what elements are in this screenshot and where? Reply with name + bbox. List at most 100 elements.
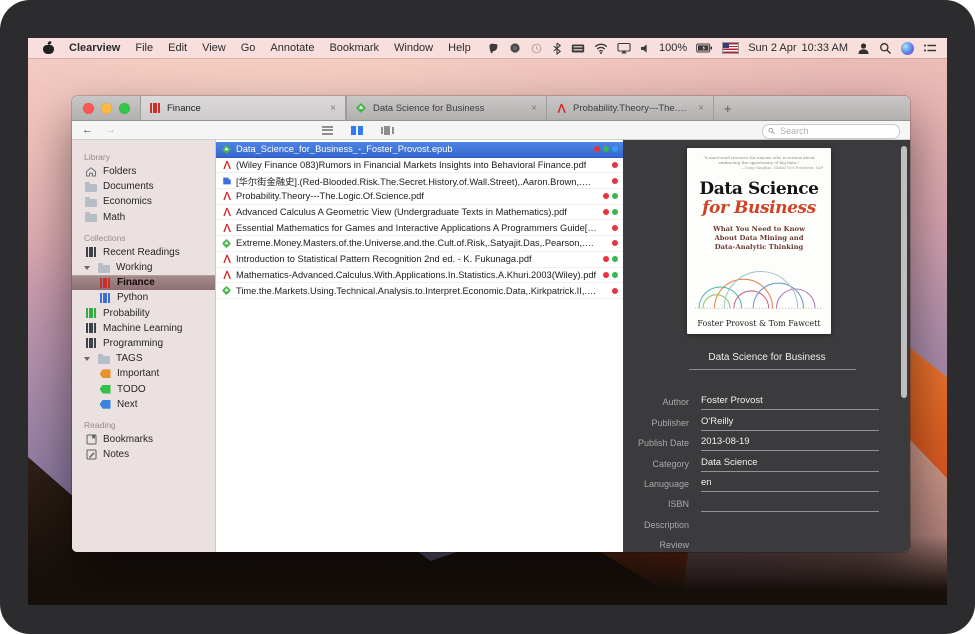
file-row[interactable]: Advanced Calculus A Geometric View (Unde… [216,205,623,221]
disclosure-triangle-icon[interactable] [84,357,90,361]
field-value[interactable]: O'Reilly [701,416,879,431]
file-row[interactable]: Introduction to Statistical Pattern Reco… [216,252,623,268]
field-value[interactable] [701,519,879,533]
notification-center-icon[interactable] [923,43,937,54]
sidebar-item-math[interactable]: Math [72,210,215,225]
battery-icon[interactable] [696,43,713,53]
back-button[interactable]: ← [82,124,93,136]
forward-button[interactable]: → [105,124,116,136]
evernote-icon[interactable] [487,42,500,55]
circle-icon[interactable] [509,42,521,54]
sidebar-item-notes[interactable]: Notes [72,447,215,462]
minimize-window-button[interactable] [101,103,112,114]
keyboard-icon[interactable] [571,43,585,54]
cover-quote-attribution: —Craig Vaughan, Global Vice President, S… [695,166,823,170]
sidebar-item-finance[interactable]: Finance [72,275,215,290]
sidebar-item-important[interactable]: Important [72,366,215,381]
airplay-icon[interactable] [617,42,631,54]
sidebar-item-probability[interactable]: Probability [72,306,215,321]
tag-green-icon [98,385,112,394]
file-row[interactable]: [华尔街金融史].(Red-Blooded.Risk.The.Secret.Hi… [216,173,623,189]
cover-subtitle: What You Need to Know About Data Mining … [707,225,812,253]
bluetooth-icon[interactable] [552,42,562,55]
menu-window[interactable]: Window [394,42,433,54]
tab-bar: Finance × Data Science for Business × Pr… [72,96,910,121]
field-value[interactable]: 2013-08-19 [701,436,879,451]
field-value[interactable]: en [701,477,879,492]
user-icon[interactable] [857,42,870,55]
field-value[interactable]: Data Science [701,457,879,472]
sidebar-item-bookmarks[interactable]: Bookmarks [72,432,215,447]
epub-icon [221,238,232,249]
sidebar-item-python[interactable]: Python [72,290,215,305]
field-label: ISBN [623,499,689,512]
split-view-icon[interactable] [349,125,365,136]
sidebar-item-economics[interactable]: Economics [72,194,215,209]
field-value[interactable] [701,539,879,552]
file-row[interactable]: (Wiley Finance 083)Rumors in Financial M… [216,158,623,174]
menu-file[interactable]: File [135,42,153,54]
menu-bar-time[interactable]: 10:33 AM [802,42,848,54]
status-dots [612,162,618,168]
menu-bar-date[interactable]: Sun 2 Apr [748,42,796,54]
disclosure-triangle-icon[interactable] [84,266,90,270]
field-value[interactable] [701,497,879,512]
cover-title-line2: for Business [702,198,816,218]
close-tab-icon[interactable]: × [696,103,706,114]
battery-percent[interactable]: 100% [659,42,687,54]
search-field[interactable] [762,124,900,139]
menu-edit[interactable]: Edit [168,42,187,54]
tag-blue-icon [98,400,112,409]
tab-probability[interactable]: Probability.Theory---The.Log × [546,96,713,120]
coverflow-view-icon[interactable] [379,125,395,136]
new-tab-button[interactable]: + [713,96,742,120]
volume-icon[interactable] [640,43,650,54]
menu-help[interactable]: Help [448,42,471,54]
us-flag-icon[interactable] [722,42,739,54]
sidebar-item-label: Documents [103,181,154,192]
list-view-icon[interactable] [319,125,335,136]
sidebar-item-machine-learning[interactable]: Machine Learning [72,321,215,336]
tab-data-science[interactable]: Data Science for Business × [346,96,546,120]
tab-finance[interactable]: Finance × [140,96,346,120]
status-dots [612,288,618,294]
zoom-window-button[interactable] [119,103,130,114]
sidebar-item-next[interactable]: Next [72,397,215,412]
menu-annotate[interactable]: Annotate [270,42,314,54]
scrollbar-thumb[interactable] [901,146,907,398]
apple-menu-icon[interactable] [43,42,54,55]
sidebar-item-documents[interactable]: Documents [72,179,215,194]
app-menu-title[interactable]: Clearview [69,42,120,54]
sidebar-item-recent-readings[interactable]: Recent Readings [72,245,215,260]
sidebar-item-working[interactable]: Working [72,260,215,275]
sidebar-item-tags[interactable]: TAGS [72,351,215,366]
grid-view-icon[interactable] [289,125,305,136]
field-review: Review [623,533,910,552]
sidebar-section-library: Library [84,152,215,162]
pdf-icon [221,191,232,201]
sidebar-item-folders[interactable]: Folders [72,164,215,179]
timemachine-icon[interactable] [530,42,543,55]
menu-go[interactable]: Go [241,42,256,54]
close-tab-icon[interactable]: × [529,103,539,114]
menu-view[interactable]: View [202,42,226,54]
file-row[interactable]: Probability.Theory---The.Logic.Of.Scienc… [216,189,623,205]
status-dots [612,240,618,246]
pdf-icon [221,223,232,233]
file-row[interactable]: Essential Mathematics for Games and Inte… [216,220,623,236]
close-tab-icon[interactable]: × [328,103,338,114]
field-value[interactable]: Foster Provost [701,395,879,410]
spotlight-icon[interactable] [879,42,892,55]
menu-bookmark[interactable]: Bookmark [329,42,379,54]
search-input[interactable] [778,125,894,137]
siri-icon[interactable] [901,42,914,55]
sidebar-item-programming[interactable]: Programming [72,336,215,351]
file-row[interactable]: Time.the.Markets.Using.Technical.Analysi… [216,283,623,299]
file-row[interactable]: Extreme.Money.Masters.of.the.Universe.an… [216,236,623,252]
wifi-icon[interactable] [594,43,608,54]
file-row[interactable]: Mathematics-Advanced.Calculus.With.Appli… [216,268,623,284]
sidebar-item-todo[interactable]: TODO [72,381,215,396]
toolbar: ← → [72,121,910,140]
file-row[interactable]: Data_Science_for_Business_-_Foster_Provo… [216,142,623,158]
close-window-button[interactable] [83,103,94,114]
